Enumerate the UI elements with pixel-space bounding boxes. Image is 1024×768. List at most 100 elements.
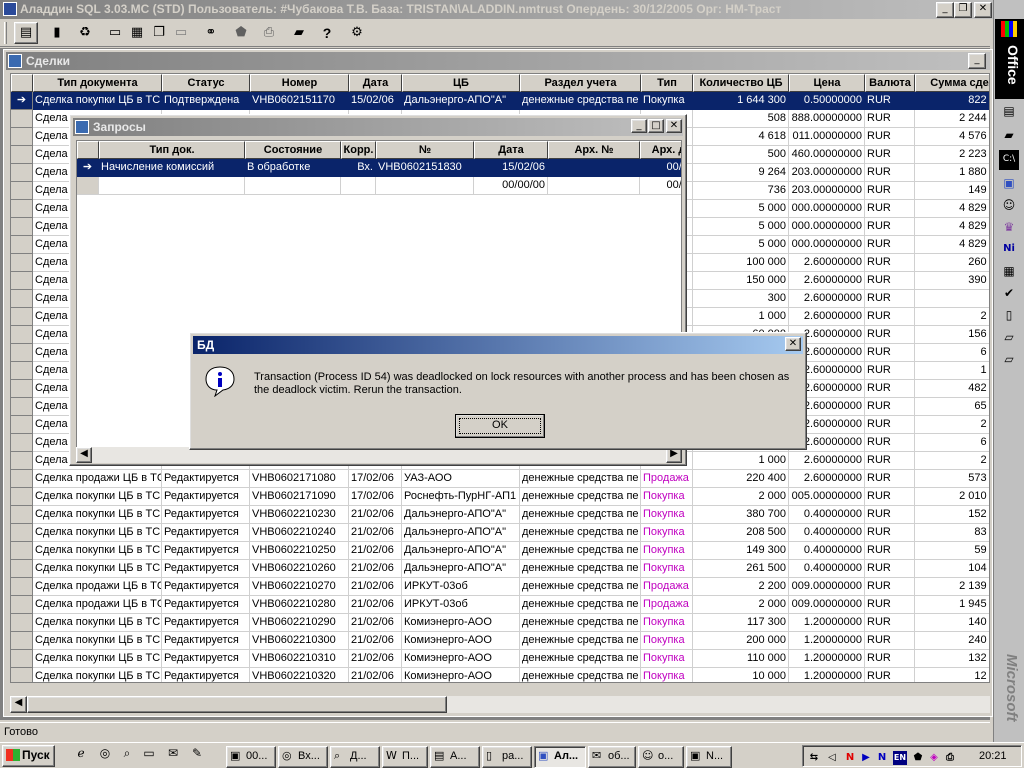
dialog-title-bar[interactable]: БД ✕ [193, 336, 803, 354]
requests-row[interactable]: ➔ Начисление комиссий В обработке Вх. VHB060… [77, 159, 681, 177]
requests-row[interactable]: 00/00/00 00/00 [77, 177, 681, 195]
row-indicator[interactable] [11, 614, 33, 632]
deals-minimize-button[interactable]: _ [968, 53, 986, 69]
deals-row[interactable]: Сделка покупки ЦБ в ТС Редактируется VHB06… [11, 668, 989, 682]
minimize-all-icon[interactable]: ▭ [170, 22, 192, 44]
deals-row[interactable]: Сделка продажи ЦБ в ТС Редактируется VHB06… [11, 578, 989, 596]
app-title-bar[interactable]: Аладдин SQL 3.03.MC (STD) Пользователь: … [0, 0, 1024, 19]
row-indicator[interactable] [11, 398, 33, 416]
deals-row[interactable]: Сделка продажи ЦБ в ТС Редактируется VHB06… [11, 596, 989, 614]
req-scroll-left-button[interactable]: ◀ [76, 447, 92, 463]
row-indicator[interactable] [11, 596, 33, 614]
deals-scroll-thumb[interactable] [27, 696, 447, 713]
req-header-state[interactable]: Состояние [245, 141, 341, 159]
deals-header-date[interactable]: Дата [349, 74, 402, 92]
deals-row[interactable]: Сделка покупки ЦБ в ТС Редактируется VHB06… [11, 632, 989, 650]
row-indicator[interactable] [11, 308, 33, 326]
tray-antivirus-icon[interactable]: ◈ [927, 751, 941, 765]
tray-n-icon[interactable]: N [843, 751, 857, 765]
row-indicator[interactable] [11, 560, 33, 578]
task-button-5[interactable]: ▤ А... [430, 746, 480, 768]
office-aladdin-icon[interactable]: ▣ [999, 174, 1019, 194]
office-check-icon[interactable]: ✔ [999, 284, 1019, 304]
app-restore-button[interactable]: ❐ [954, 2, 972, 18]
row-indicator[interactable] [11, 434, 33, 452]
row-indicator[interactable] [11, 182, 33, 200]
deals-header-status[interactable]: Статус [162, 74, 250, 92]
current-row-arrow-icon[interactable]: ➔ [77, 159, 99, 177]
deals-header-quantity[interactable]: Количество ЦБ [693, 74, 789, 92]
tray-volume-icon[interactable]: ◁ [825, 751, 839, 765]
row-indicator[interactable] [11, 488, 33, 506]
task-button-4[interactable]: W П... [382, 746, 428, 768]
deals-row[interactable]: Сделка покупки ЦБ в ТС Редактируется VHB06… [11, 488, 989, 506]
task-button-9[interactable]: ☺ о... [638, 746, 684, 768]
printer-icon[interactable]: ⎙ [258, 22, 280, 44]
window-icon[interactable]: ▭ [104, 22, 126, 44]
deals-row[interactable]: Сделка покупки ЦБ в ТС Редактируется VHB06… [11, 560, 989, 578]
office-folder2-icon[interactable]: ▱ [999, 328, 1019, 348]
row-indicator[interactable] [11, 578, 33, 596]
row-indicator[interactable] [11, 200, 33, 218]
deals-row[interactable]: Сделка покупки ЦБ в ТС Редактируется VHB06… [11, 614, 989, 632]
task-button-active[interactable]: ▣ Ал... [534, 746, 586, 768]
task-button-2[interactable]: ◎ Вх... [278, 746, 328, 768]
row-indicator[interactable] [11, 326, 33, 344]
office-page-icon[interactable]: ▯ [999, 306, 1019, 326]
error-dialog[interactable]: БД ✕ Transaction (Process ID 54) was dea… [189, 332, 807, 450]
row-indicator[interactable] [11, 524, 33, 542]
binoculars-icon[interactable]: ⚭ [200, 22, 222, 44]
row-indicator[interactable] [11, 362, 33, 380]
task-button-6[interactable]: ▯ ра... [482, 746, 532, 768]
row-indicator[interactable] [11, 146, 33, 164]
deals-scroll-left-button[interactable]: ◀ [10, 696, 27, 713]
start-button[interactable]: Пуск [2, 745, 55, 767]
office-command-icon[interactable]: C:\ [999, 150, 1019, 170]
row-indicator[interactable] [11, 452, 33, 470]
deals-row[interactable]: ➔ Сделка покупки ЦБ в ТС Подтверждена VHB06… [11, 92, 989, 110]
deals-row[interactable]: Сделка покупки ЦБ в ТС Редактируется VHB06… [11, 650, 989, 668]
recycle-icon[interactable]: ♻ [74, 22, 96, 44]
deals-header-number[interactable]: Номер [250, 74, 349, 92]
row-indicator[interactable] [11, 506, 33, 524]
row-indicator[interactable] [11, 272, 33, 290]
help-icon[interactable]: ? [316, 22, 338, 44]
deals-row[interactable]: Сделка продажи ЦБ в ТС Редактируется VHB06… [11, 470, 989, 488]
quicklaunch-search-icon[interactable]: ⌕ [118, 746, 136, 762]
row-indicator[interactable] [11, 650, 33, 668]
row-indicator[interactable] [77, 177, 99, 195]
task-button-8[interactable]: ✉ об... [588, 746, 636, 768]
row-indicator[interactable] [11, 236, 33, 254]
deals-row[interactable]: Сделка покупки ЦБ в ТС Редактируется VHB06… [11, 506, 989, 524]
deals-header-currency[interactable]: Валюта [865, 74, 915, 92]
deals-title-bar[interactable]: Сделки _ [6, 52, 990, 70]
office-hat-icon[interactable]: ♛ [999, 218, 1019, 238]
requests-close-button[interactable]: ✕ [666, 119, 682, 133]
tray-play-icon[interactable]: ▶ [859, 751, 873, 765]
deals-hscrollbar[interactable]: ◀ [10, 696, 990, 713]
deals-header-doc-type[interactable]: Тип документа [33, 74, 162, 92]
office-doc-icon[interactable]: ▤ [999, 102, 1019, 122]
quicklaunch-desktop-icon[interactable]: ▭ [140, 746, 158, 762]
deals-header-account-section[interactable]: Раздел учета [520, 74, 641, 92]
row-indicator[interactable] [11, 344, 33, 362]
row-indicator[interactable] [11, 470, 33, 488]
row-indicator[interactable] [11, 290, 33, 308]
deals-row[interactable]: Сделка покупки ЦБ в ТС Редактируется VHB06… [11, 542, 989, 560]
row-indicator[interactable] [11, 164, 33, 182]
current-row-arrow-icon[interactable]: ➔ [11, 92, 33, 110]
deals-header-security[interactable]: ЦБ [402, 74, 520, 92]
row-indicator[interactable] [11, 542, 33, 560]
req-header-doc-type[interactable]: Тип док. [99, 141, 245, 159]
req-header-date[interactable]: Дата [474, 141, 548, 159]
tray-shield-icon[interactable]: ⬟ [911, 751, 925, 765]
requests-minimize-button[interactable]: _ [631, 119, 647, 133]
row-indicator[interactable] [11, 254, 33, 272]
row-indicator[interactable] [11, 416, 33, 434]
office-ni-icon[interactable]: Ni [999, 240, 1019, 260]
deals-header-type[interactable]: Тип [641, 74, 693, 92]
office-folder3-icon[interactable]: ▱ [999, 350, 1019, 370]
shield-icon[interactable]: ⬟ [230, 22, 252, 44]
deals-row[interactable]: Сделка покупки ЦБ в ТС Редактируется VHB06… [11, 524, 989, 542]
task-button-1[interactable]: ▣ 00... [226, 746, 276, 768]
